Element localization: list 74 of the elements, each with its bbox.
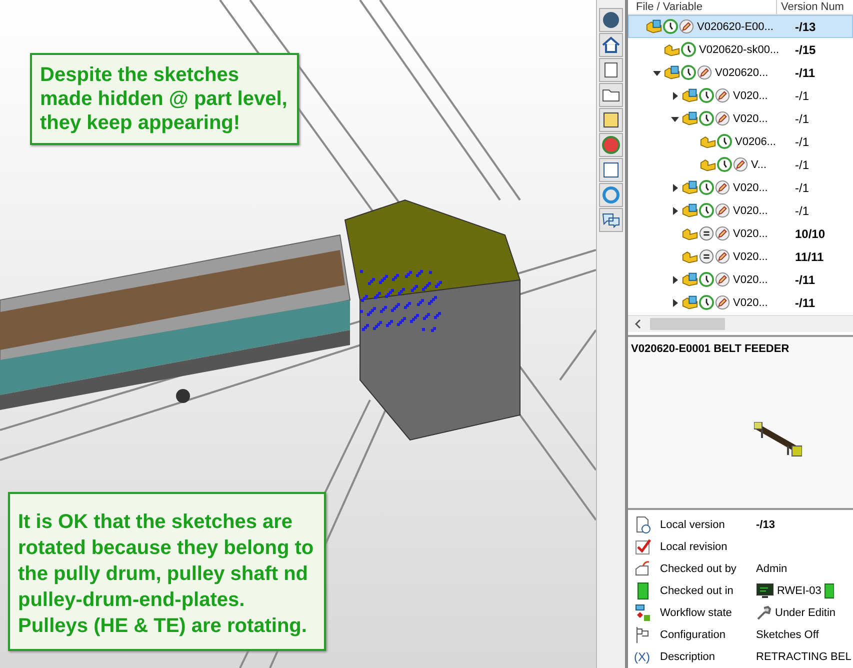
tree-row[interactable]: V020... -/1 xyxy=(628,107,853,130)
version-number: -/11 xyxy=(794,296,816,310)
tree-row[interactable]: V020... -/11 xyxy=(628,268,853,291)
tree-row[interactable]: V020620... -/11 xyxy=(628,61,853,84)
file-name: V020620... xyxy=(715,66,768,78)
expand-caret-icon[interactable] xyxy=(671,114,679,122)
flowchart-icon xyxy=(634,604,652,622)
tree-row[interactable]: V020... -/11 xyxy=(628,291,853,314)
version-number: -/1 xyxy=(794,88,810,102)
version-number: -/1 xyxy=(794,134,810,148)
annotation-note: It is OK that the sketches are rotated because they belong to the pully drum, pulley shaft nd pulley-drum-end-plates. Pulleys (HE & TE) are rotating. xyxy=(8,492,326,651)
property-value: RETRACTING BEL xyxy=(756,651,852,663)
preview-title: V020620-E0001 BELT FEEDER xyxy=(631,342,790,355)
file-name: V0206... xyxy=(735,136,776,148)
version-number: -/13 xyxy=(794,20,816,34)
annotation-note: Despite the sketches made hidden @ part level, they keep appearing! xyxy=(30,53,300,145)
file-name: V020... xyxy=(733,228,768,240)
variable-icon: (X) xyxy=(634,650,652,664)
horizontal-scrollbar[interactable] xyxy=(628,315,853,332)
property-label: Configuration xyxy=(660,629,726,641)
property-label: Checked out in xyxy=(660,585,734,597)
tree-row[interactable]: V0206... -/1 xyxy=(628,130,853,153)
expand-caret-icon[interactable] xyxy=(653,68,661,76)
column-header[interactable]: File / Variable xyxy=(628,0,776,14)
tree-row[interactable]: V... -/1 xyxy=(628,153,853,176)
version-number: -/1 xyxy=(794,180,810,194)
file-name: V020620-sk00... xyxy=(699,44,780,56)
tree-row[interactable]: V020... -/1 xyxy=(628,176,853,199)
expand-caret-icon[interactable] xyxy=(671,276,679,284)
version-number: -/1 xyxy=(794,204,810,218)
file-name: V020... xyxy=(733,274,768,286)
scroll-left-icon[interactable] xyxy=(634,318,642,329)
property-value: Admin xyxy=(756,563,788,575)
tree-row[interactable]: V020620-E00... -/13 xyxy=(628,15,853,38)
tree-row[interactable]: V020... 10/10 xyxy=(628,222,853,245)
version-number: -/11 xyxy=(794,66,816,80)
property-value: RWEI-03 xyxy=(777,585,822,597)
file-name: V... xyxy=(751,158,766,170)
version-number: -/1 xyxy=(794,112,810,126)
property-value: -/13 xyxy=(756,519,775,531)
file-name: V020... xyxy=(733,90,768,102)
version-number: -/1 xyxy=(794,158,810,172)
file-name: V020... xyxy=(733,296,768,308)
column-header[interactable]: Version Num xyxy=(776,0,844,14)
tree-row[interactable]: V020... -/1 xyxy=(628,199,853,222)
tree-row[interactable]: V020... -/1 xyxy=(628,84,853,107)
file-name: V020... xyxy=(733,112,768,124)
version-number: 10/10 xyxy=(794,226,826,240)
expand-caret-icon[interactable] xyxy=(671,92,679,100)
file-name: V020620-E00... xyxy=(697,20,774,32)
expand-caret-icon[interactable] xyxy=(671,184,679,192)
wrench-icon xyxy=(756,605,772,621)
checkbox-icon xyxy=(634,538,652,556)
file-name: V020... xyxy=(733,182,768,194)
expand-caret-icon[interactable] xyxy=(671,206,679,214)
version-number: 11/11 xyxy=(794,250,824,264)
property-label: Checked out by xyxy=(660,563,738,575)
box-arrow-icon xyxy=(634,560,652,578)
document-clock-icon xyxy=(634,516,652,534)
property-value: Under Editin xyxy=(775,607,836,619)
file-name: V020... xyxy=(733,250,768,262)
computer-icon xyxy=(756,583,774,599)
property-label: Description xyxy=(660,651,716,663)
tree-row[interactable]: V020620-sk00... -/15 xyxy=(628,38,853,61)
property-label: Workflow state xyxy=(660,607,733,619)
tree-row[interactable]: V020... 11/11 xyxy=(628,245,853,268)
version-number: -/11 xyxy=(794,272,816,286)
property-value: Sketches Off xyxy=(756,629,819,641)
file-name: V020... xyxy=(733,204,768,216)
belt-feeder-thumbnail-drawing xyxy=(754,422,802,458)
expand-caret-icon[interactable] xyxy=(671,298,679,306)
property-label: Local version xyxy=(660,519,726,531)
property-label: Local revision xyxy=(660,541,728,553)
version-number: -/15 xyxy=(794,42,816,56)
